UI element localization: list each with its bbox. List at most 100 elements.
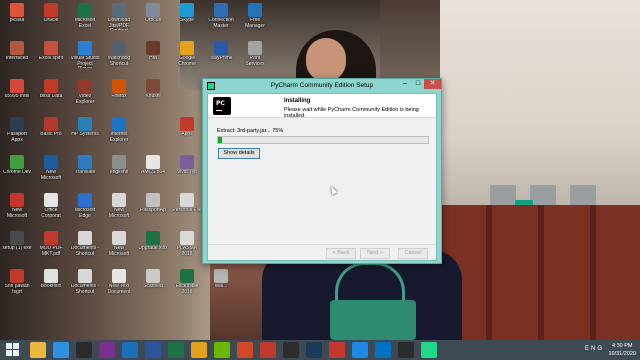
status-text: Extract: 3rd-party.jar... 75%	[217, 128, 284, 134]
desktop-icon-label: Wal...	[214, 284, 228, 289]
hp-icon[interactable]	[122, 342, 138, 358]
desktop-icon[interactable]: Personal File	[172, 192, 202, 228]
desktop-icon[interactable]: Vivid Typ	[172, 154, 202, 190]
desktop-icon[interactable]: MOU PDF MKT.pdf	[36, 230, 66, 266]
pdf-icon[interactable]	[283, 342, 299, 358]
installer-window[interactable]: PyCharm Community Edition Setup – □ ✕ PC…	[202, 78, 442, 264]
cancel-button[interactable]: Cancel	[398, 248, 428, 259]
desktop-icon[interactable]: Microsoft Excel	[70, 2, 100, 38]
desktop-icon[interactable]: Download Jitsi/PDF Cmdtool	[104, 2, 134, 38]
desktop-icon[interactable]: Bliss Data	[36, 78, 66, 114]
desktop-app-icon	[10, 41, 24, 55]
steam-icon[interactable]	[306, 342, 322, 358]
desktop-icon[interactable]: Translate	[70, 154, 100, 190]
desktop-icon[interactable]: Video Explorer	[70, 78, 100, 114]
desktop-icon[interactable]: Microsoft Edge	[70, 192, 100, 228]
desktop-icon[interactable]: Khushi	[138, 78, 168, 114]
desktop-icon[interactable]: Print Services	[240, 40, 270, 76]
desktop-icon[interactable]: 65995 Intel	[2, 78, 32, 114]
word-icon[interactable]	[145, 342, 161, 358]
desktop-icon[interactable]: Skype	[172, 2, 202, 38]
back-button[interactable]: < Back	[326, 248, 356, 259]
desktop-icon-label: HM	[149, 56, 157, 61]
maximize-button[interactable]: □	[412, 79, 424, 89]
desktop-icon-label: Translate	[74, 170, 96, 175]
desktop-icon[interactable]: Chrome Dev	[2, 154, 32, 190]
desktop-icon[interactable]: PLASMA 2018	[172, 230, 202, 266]
title-bar[interactable]: PyCharm Community Edition Setup – □ ✕	[203, 79, 441, 93]
desktop-app-icon	[10, 193, 24, 207]
media-icon[interactable]	[76, 342, 92, 358]
desktop-icon[interactable]: New Text Document	[104, 268, 134, 304]
outlook-icon[interactable]	[375, 342, 391, 358]
desktop-icon[interactable]: New Microsoft	[2, 192, 32, 228]
desktop-icon[interactable]: Interfaced	[2, 40, 32, 76]
desktop-icon[interactable]: setup (1) exe	[2, 230, 32, 266]
pycharm-icon[interactable]	[421, 342, 437, 358]
show-details-button[interactable]: Show details	[218, 148, 260, 159]
desktop-app-icon	[112, 155, 126, 169]
desktop-icon[interactable]: Passport Apps	[2, 116, 32, 152]
tray-icons[interactable]: ENG	[585, 346, 604, 352]
lang-indicator[interactable]: ENG	[585, 346, 604, 352]
desktop-icon[interactable]: TallyPrime	[206, 40, 236, 76]
desktop-icon-label: 65995 Intel	[4, 94, 30, 99]
desktop-icon[interactable]: PassportAp	[138, 192, 168, 228]
desktop-icon[interactable]: HP Systems	[70, 116, 100, 152]
desktop-icon[interactable]: Watchdog Shortcut	[104, 40, 134, 76]
desktop-icon[interactable]: Apps	[172, 116, 202, 152]
desktop-icon[interactable]: Office Corporat	[36, 192, 66, 228]
desktop-icon[interactable]: New Microsoft	[36, 154, 66, 190]
start-button-icon[interactable]	[6, 343, 20, 357]
close-button[interactable]: ✕	[424, 79, 441, 89]
clock[interactable]: 4:30 PM 10/31/2020	[608, 342, 636, 358]
typing-icon[interactable]	[260, 342, 276, 358]
desktop-icon[interactable]: Orbcus	[138, 2, 168, 38]
desktop-app-icon	[78, 231, 92, 245]
obs-icon[interactable]	[398, 342, 414, 358]
desktop-icon[interactable]: Firefox	[104, 78, 134, 114]
minimize-button[interactable]: –	[399, 79, 411, 89]
desktop-icon[interactable]: Excelbible 2016	[172, 268, 202, 304]
desktop-icon[interactable]: AMCS x64	[138, 154, 168, 190]
desktop-icon[interactable]: Visual Studio Project Player	[70, 40, 100, 76]
desktop-icon[interactable]: HM	[138, 40, 168, 76]
desktop-icon[interactable]: Upgrade.xlsx	[138, 230, 168, 266]
desktop-app-icon	[112, 117, 126, 131]
desktop-app-icon	[10, 3, 24, 17]
chrome-icon[interactable]	[191, 342, 207, 358]
desktop-app-icon	[10, 117, 24, 131]
desktop-icon[interactable]: New Microsoft	[104, 192, 134, 228]
dot-icon[interactable]	[329, 342, 345, 358]
store-icon[interactable]	[214, 342, 230, 358]
file-explorer-icon[interactable]	[30, 342, 46, 358]
update-icon[interactable]	[352, 342, 368, 358]
desktop-icon[interactable]: Basic Pro	[36, 116, 66, 152]
onenote-icon[interactable]	[99, 342, 115, 358]
desktop-icon[interactable]: Documents - Shortcut	[70, 268, 100, 304]
desktop-icon[interactable]: Bookfolio	[36, 268, 66, 304]
powerpoint-icon[interactable]	[237, 342, 253, 358]
desktop-icon[interactable]: picasa	[2, 2, 32, 38]
desktop-icon-label: Scanned	[143, 284, 163, 289]
desktop-icon[interactable]: Documents - Shortcut	[70, 230, 100, 266]
desktop-icon[interactable]: Wal...	[206, 268, 236, 304]
desktop-icon[interactable]: Excel spirit	[36, 40, 66, 76]
desktop-icon[interactable]: Internet Explorer	[104, 116, 134, 152]
excel-icon[interactable]	[168, 342, 184, 358]
desktop-icon[interactable]: Connection Master	[206, 2, 236, 38]
desktop-icon[interactable]: Scanned	[138, 268, 168, 304]
desktop-icon[interactable]: Free Manager	[240, 2, 270, 38]
desktop-icon[interactable]: Google Chrome	[172, 40, 202, 76]
desktop-icon-label: Vivid Typ	[176, 170, 198, 175]
desktop-icon-label: New Microsoft	[108, 246, 130, 257]
desktop-icon[interactable]: New Microsoft	[104, 230, 134, 266]
internet-explorer-icon[interactable]	[53, 342, 69, 358]
desktop-icon[interactable]: englishs	[104, 154, 134, 190]
desktop-icon[interactable]: Oracle	[36, 2, 66, 38]
hidden-icon[interactable]	[444, 342, 460, 358]
desktop-icon[interactable]: Shri pawan Isgrt	[2, 268, 32, 304]
desktop-app-icon	[44, 231, 58, 245]
desktop-icon-label: PassportAp	[140, 208, 166, 213]
next-button[interactable]: Next >	[360, 248, 390, 259]
